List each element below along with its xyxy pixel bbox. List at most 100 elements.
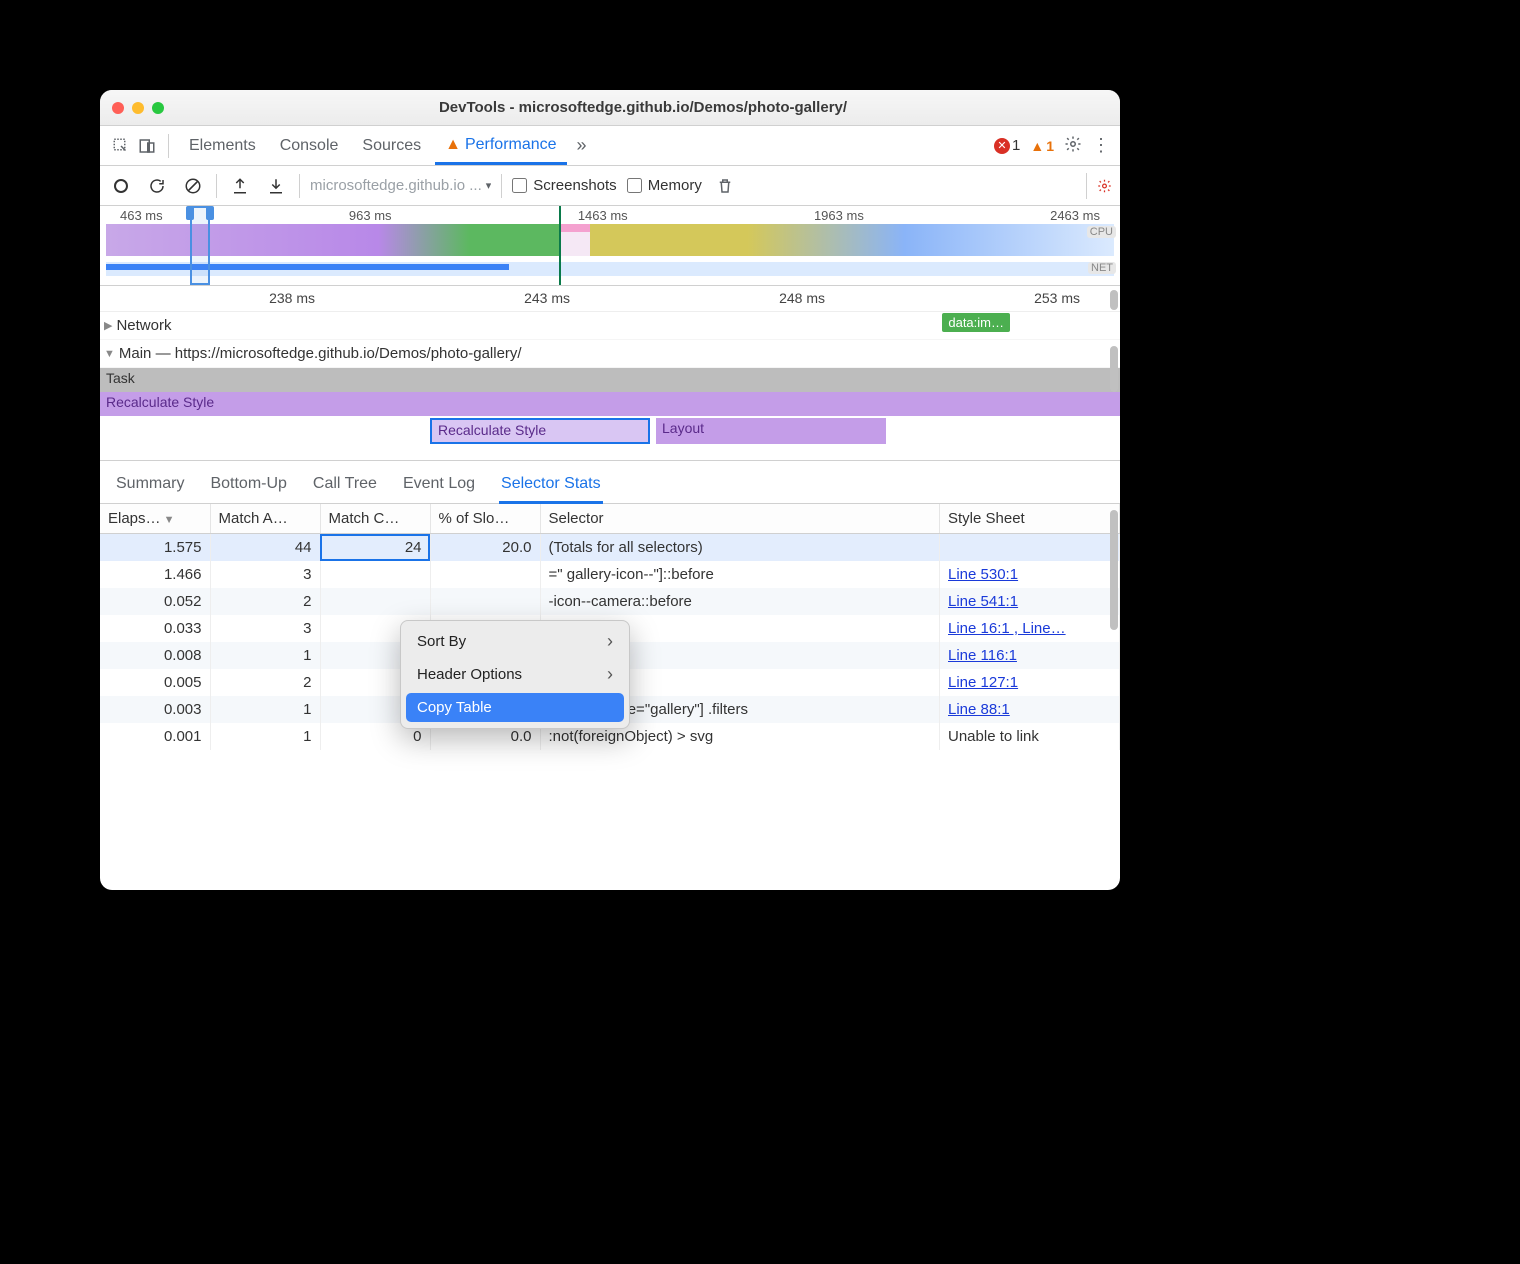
cell[interactable]: 0.003 [100, 696, 210, 723]
inspect-icon[interactable] [110, 135, 132, 157]
maximize-icon[interactable] [152, 102, 164, 114]
cell[interactable] [940, 534, 1120, 562]
clear-button[interactable] [180, 173, 206, 199]
cell[interactable]: 24 [320, 534, 430, 562]
cell[interactable] [320, 561, 430, 588]
timeline-overview[interactable]: 463 ms 963 ms 1463 ms 1963 ms 2463 ms CP… [100, 206, 1120, 286]
capture-settings-icon[interactable] [1086, 173, 1112, 199]
cell[interactable] [320, 588, 430, 615]
flame-chart[interactable]: 238 ms 243 ms 248 ms 253 ms ▶ Network da… [100, 286, 1120, 461]
separator [216, 174, 217, 198]
cell[interactable] [430, 588, 540, 615]
cell[interactable]: Unable to link [940, 723, 1120, 750]
error-badge[interactable]: ✕ 1 [994, 137, 1020, 154]
download-icon[interactable] [263, 173, 289, 199]
menu-header-options[interactable]: Header Options [401, 658, 629, 691]
cell[interactable]: 3 [210, 561, 320, 588]
recording-dropdown[interactable]: microsoftedge.github.io ... [310, 177, 491, 194]
memory-checkbox[interactable] [627, 178, 642, 193]
menu-sort-by[interactable]: Sort By [401, 625, 629, 658]
col-match-count[interactable]: Match C… [320, 504, 430, 534]
tab-sources[interactable]: Sources [352, 129, 431, 163]
cell[interactable]: 1 [210, 723, 320, 750]
cell[interactable]: 0.001 [100, 723, 210, 750]
overview-selection-handle[interactable] [190, 206, 210, 285]
layout-entry[interactable]: Layout [656, 418, 886, 444]
screenshots-checkbox[interactable] [512, 178, 527, 193]
stylesheet-link[interactable]: Line 88:1 [948, 701, 1010, 718]
kebab-icon[interactable]: ⋮ [1092, 135, 1110, 156]
table-row[interactable]: 0.0522 -icon--camera::before Line 541:1 [100, 588, 1120, 615]
tab-selectorstats[interactable]: Selector Stats [499, 467, 603, 504]
menu-copy-table[interactable]: Copy Table [406, 693, 624, 722]
cell[interactable]: Line 16:1 , Line… [940, 615, 1120, 642]
cpu-track [106, 224, 1114, 256]
col-pct-slow[interactable]: % of Slo… [430, 504, 540, 534]
cell[interactable]: =" gallery-icon--"]::before [540, 561, 940, 588]
garbage-icon[interactable] [712, 173, 738, 199]
network-track-header[interactable]: ▶ Network data:im… [100, 312, 1120, 340]
ruler-tick: 253 ms [865, 286, 1120, 311]
cell[interactable]: (Totals for all selectors) [540, 534, 940, 562]
memory-toggle[interactable]: Memory [627, 177, 702, 194]
tab-calltree[interactable]: Call Tree [311, 467, 379, 503]
warning-badge[interactable]: ▲ 1 [1030, 138, 1054, 154]
tab-performance[interactable]: ▲Performance [435, 128, 566, 165]
tabs-overflow-icon[interactable]: » [571, 131, 593, 160]
scrollbar[interactable] [1110, 510, 1118, 630]
tab-elements[interactable]: Elements [179, 129, 266, 163]
cell[interactable]: 3 [210, 615, 320, 642]
upload-icon[interactable] [227, 173, 253, 199]
cell[interactable]: 0.052 [100, 588, 210, 615]
settings-icon[interactable] [1064, 135, 1082, 157]
device-icon[interactable] [136, 135, 158, 157]
screenshots-toggle[interactable]: Screenshots [512, 177, 616, 194]
task-entry[interactable]: Task [100, 368, 1120, 392]
cell[interactable]: Line 116:1 [940, 642, 1120, 669]
cell[interactable]: Line 530:1 [940, 561, 1120, 588]
network-entry[interactable]: data:im… [942, 313, 1010, 332]
tab-summary[interactable]: Summary [114, 467, 186, 503]
minimize-icon[interactable] [132, 102, 144, 114]
stylesheet-link[interactable]: Line 16:1 , Line… [948, 620, 1066, 637]
col-elapsed[interactable]: Elaps… [100, 504, 210, 534]
separator [501, 174, 502, 198]
cell[interactable]: Line 88:1 [940, 696, 1120, 723]
col-match-attempts[interactable]: Match A… [210, 504, 320, 534]
reload-button[interactable] [144, 173, 170, 199]
cell[interactable]: 1 [210, 642, 320, 669]
cell[interactable]: Line 541:1 [940, 588, 1120, 615]
table-row[interactable]: 1.4663 =" gallery-icon--"]::before Line 53… [100, 561, 1120, 588]
cell[interactable]: 20.0 [430, 534, 540, 562]
recalc-style-entry[interactable]: Recalculate Style [100, 392, 1120, 416]
col-stylesheet[interactable]: Style Sheet [940, 504, 1120, 534]
stylesheet-link[interactable]: Line 116:1 [948, 647, 1017, 664]
record-button[interactable] [108, 173, 134, 199]
cell[interactable] [430, 561, 540, 588]
stylesheet-link[interactable]: Line 530:1 [948, 566, 1018, 583]
cell[interactable]: 1.575 [100, 534, 210, 562]
cell[interactable]: 0.005 [100, 669, 210, 696]
cell[interactable]: -icon--camera::before [540, 588, 940, 615]
scrollbar[interactable] [1110, 346, 1118, 392]
scrollbar[interactable] [1110, 290, 1118, 310]
stylesheet-link[interactable]: Line 541:1 [948, 593, 1018, 610]
cell[interactable]: Line 127:1 [940, 669, 1120, 696]
table-row[interactable]: 1.575442420.0(Totals for all selectors) [100, 534, 1120, 562]
cell[interactable]: 2 [210, 669, 320, 696]
main-label: Main — https://microsoftedge.github.io/D… [119, 345, 522, 362]
cell[interactable]: 44 [210, 534, 320, 562]
stylesheet-link[interactable]: Line 127:1 [948, 674, 1018, 691]
tab-bottomup[interactable]: Bottom-Up [208, 467, 288, 503]
cell[interactable]: 1 [210, 696, 320, 723]
tab-eventlog[interactable]: Event Log [401, 467, 477, 503]
main-track-header[interactable]: ▼ Main — https://microsoftedge.github.io… [100, 340, 1120, 368]
cell[interactable]: 0.033 [100, 615, 210, 642]
cell[interactable]: 0.008 [100, 642, 210, 669]
recalc-style-selected[interactable]: Recalculate Style [430, 418, 650, 444]
cell[interactable]: 1.466 [100, 561, 210, 588]
cell[interactable]: 2 [210, 588, 320, 615]
tab-console[interactable]: Console [270, 129, 349, 163]
col-selector[interactable]: Selector [540, 504, 940, 534]
close-icon[interactable] [112, 102, 124, 114]
